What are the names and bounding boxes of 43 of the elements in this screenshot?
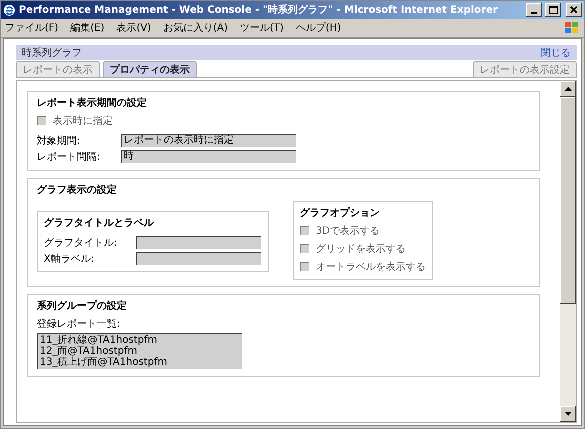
close-button[interactable] (566, 3, 582, 17)
maximize-icon (548, 6, 558, 14)
close-link[interactable]: 閉じる (541, 46, 571, 60)
group-title: グラフオプション (300, 206, 381, 220)
checkbox-label: 3Dで表示する (316, 224, 380, 238)
maximize-button[interactable] (545, 3, 561, 17)
section-title: 系列グループの設定 (37, 299, 128, 313)
window-title: Performance Management - Web Console - "時系列グラフ" - Microsoft Internet Explorer (19, 4, 499, 17)
list-item[interactable]: 13_積上げ面@TA1hostpfm (40, 357, 240, 368)
windows-logo-icon (564, 21, 580, 35)
up-arrow-icon (564, 87, 572, 91)
scrollbar[interactable] (560, 81, 576, 422)
field-label: X軸ラベル: (44, 252, 94, 266)
report-list[interactable]: 11_折れ線@TA1hostpfm 12_面@TA1hostpfm 13_積上げ面@TA1hostpfm (37, 333, 243, 370)
checkbox-label: オートラベルを表示する (316, 260, 426, 274)
scroll-down-button[interactable] (560, 406, 576, 422)
tab[interactable]: レポートの表示設定 (473, 61, 577, 77)
down-arrow-icon (564, 412, 572, 416)
tab[interactable]: プロパティの表示 (103, 61, 197, 77)
list-label: 登録レポート一覧: (37, 318, 122, 331)
field-label: 対象期間: (37, 134, 80, 148)
menu-item[interactable]: ツール(T) (240, 21, 284, 35)
scroll-thumb[interactable] (560, 97, 576, 304)
menu-item[interactable]: ファイル(F) (5, 21, 59, 35)
panel-title: 時系列グラフ (22, 46, 82, 60)
minimize-button[interactable] (526, 3, 542, 17)
checkbox-label: グリッドを表示する (316, 242, 406, 256)
field-label: グラフタイトル: (44, 237, 118, 250)
tab[interactable]: レポートの表示 (16, 61, 100, 77)
field-label: レポート間隔: (37, 151, 100, 164)
scroll-up-button[interactable] (560, 81, 576, 97)
menu-item[interactable]: ヘルプ(H) (296, 21, 342, 35)
checkbox-label: 表示時に指定 (53, 114, 113, 128)
close-icon (570, 6, 578, 14)
section-title: レポート表示期間の設定 (37, 96, 148, 110)
menu-item[interactable]: 表示(V) (116, 21, 152, 35)
menu-item[interactable]: お気に入り(A) (163, 21, 228, 35)
menu-item[interactable]: 編集(E) (70, 21, 105, 35)
list-item[interactable]: 11_折れ線@TA1hostpfm (40, 335, 240, 346)
section-title: グラフ表示の設定 (37, 183, 118, 197)
list-item[interactable]: 12_面@TA1hostpfm (40, 346, 240, 357)
group-title: グラフタイトルとラベル (44, 217, 156, 230)
browser-icon (3, 4, 16, 16)
